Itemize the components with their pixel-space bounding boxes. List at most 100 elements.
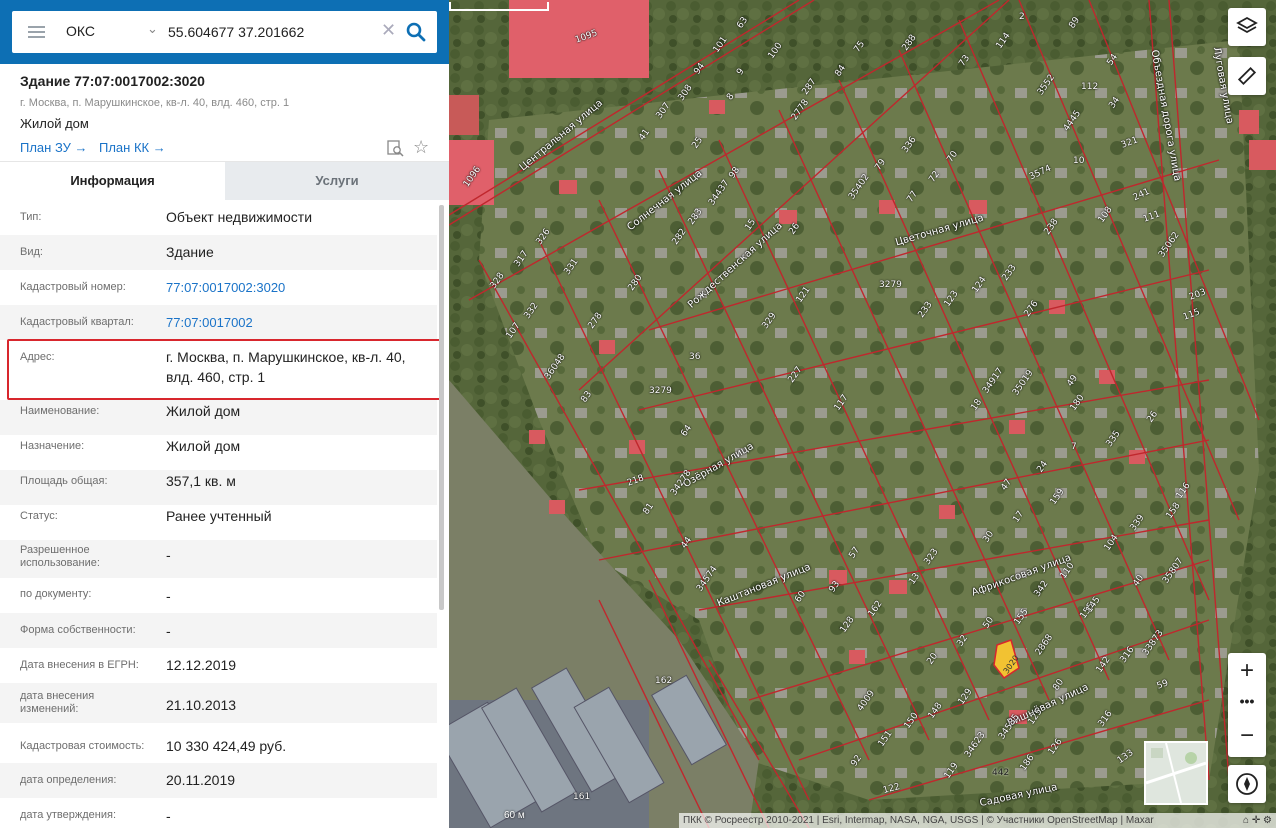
cadastral-number-link[interactable]: 77:07:0017002:3020 bbox=[166, 278, 428, 298]
row-label: дата определения: bbox=[20, 774, 117, 786]
row-label: дата внесения изменений: bbox=[20, 690, 95, 715]
row-label: Форма собственности: bbox=[20, 624, 136, 636]
close-icon[interactable]: ✕ bbox=[381, 20, 396, 41]
scale-bar bbox=[449, 2, 549, 11]
table-row: дата утверждения: - bbox=[0, 798, 437, 828]
row-label: Статус: bbox=[20, 510, 58, 522]
attribution-text: ПКК © Росреестр 2010-2021 | Esri, Interm… bbox=[683, 815, 1154, 826]
object-title: Здание 77:07:0017002:3020 bbox=[20, 73, 205, 89]
object-header: Здание 77:07:0017002:3020 г. Москва, п. … bbox=[0, 64, 449, 162]
row-label: Адрес: bbox=[20, 351, 55, 363]
search-icon[interactable] bbox=[406, 22, 426, 42]
map-attribution: ПКК © Росреестр 2010-2021 | Esri, Interm… bbox=[679, 813, 1276, 828]
row-value: 20.11.2019 bbox=[166, 772, 236, 788]
menu-icon[interactable] bbox=[28, 26, 45, 38]
attribution-icons[interactable]: ⌂ ✛ ⚙ bbox=[1243, 813, 1272, 828]
table-row: Кадастровый квартал: 77:07:0017002 bbox=[0, 305, 437, 340]
table-row: Тип: Объект недвижимости bbox=[0, 200, 437, 235]
table-row: Статус: Ранее учтенный bbox=[0, 505, 437, 540]
layers-button[interactable] bbox=[1228, 8, 1266, 46]
compass-button[interactable] bbox=[1228, 765, 1266, 803]
table-row: Форма собственности: - bbox=[0, 613, 437, 648]
more-options-button[interactable]: ••• bbox=[1228, 691, 1266, 717]
table-row: Кадастровый номер: 77:07:0017002:3020 bbox=[0, 270, 437, 305]
document-search-icon[interactable] bbox=[387, 140, 404, 157]
row-label: Тип: bbox=[20, 211, 42, 223]
search-mode-select[interactable]: ОКС bbox=[66, 23, 95, 39]
row-value: Объект недвижимости bbox=[166, 209, 313, 225]
scrollbar[interactable] bbox=[439, 205, 444, 610]
compass-icon bbox=[1236, 773, 1258, 795]
minimap[interactable] bbox=[1144, 741, 1208, 805]
row-label: по документу: bbox=[20, 588, 92, 600]
plan-zu-link[interactable]: План ЗУ → bbox=[20, 140, 88, 155]
tab-services[interactable]: Услуги bbox=[225, 162, 449, 200]
parcel-label[interactable]: 112 bbox=[1081, 82, 1098, 92]
parcel-label[interactable]: 10 bbox=[1073, 156, 1084, 166]
row-value: г. Москва, п. Марушкинское, кв-л. 40, вл… bbox=[166, 349, 406, 385]
row-value: - bbox=[166, 623, 171, 639]
tab-information[interactable]: Информация bbox=[0, 162, 225, 200]
row-value: - bbox=[166, 588, 171, 604]
info-panel: ОКС ⌄ ✕ Здание 77:07:0017002:3020 г. Мос… bbox=[0, 0, 449, 828]
object-address: г. Москва, п. Марушкинское, кв-л. 40, вл… bbox=[20, 97, 290, 109]
row-label: Разрешенное использование: bbox=[20, 544, 100, 569]
search-bar: ОКС ⌄ ✕ bbox=[0, 0, 449, 64]
scale-label: 60 м bbox=[504, 810, 525, 821]
row-label: Кадастровая стоимость: bbox=[20, 740, 145, 752]
parcel-label[interactable]: 3279 bbox=[879, 280, 902, 290]
row-value: 10 330 424,49 руб. bbox=[166, 738, 287, 754]
row-label: Кадастровый квартал: bbox=[20, 316, 134, 328]
attribute-table: Тип: Объект недвижимости Вид: Здание Кад… bbox=[0, 200, 449, 828]
table-row: Наименование: Жилой дом bbox=[0, 400, 437, 435]
row-label: Наименование: bbox=[20, 405, 100, 417]
parcel-label[interactable]: 36 bbox=[689, 352, 700, 362]
object-type: Жилой дом bbox=[20, 116, 89, 131]
row-label: Кадастровый номер: bbox=[20, 281, 126, 293]
map-view[interactable]: Центральная улица Солнечная улица Рождес… bbox=[449, 0, 1276, 828]
layers-icon bbox=[1236, 16, 1258, 34]
table-row: Кадастровая стоимость: 10 330 424,49 руб… bbox=[0, 728, 437, 763]
measure-button[interactable] bbox=[1228, 57, 1266, 95]
zoom-out-button[interactable]: − bbox=[1228, 717, 1266, 757]
chevron-down-icon[interactable]: ⌄ bbox=[147, 21, 158, 37]
search-input[interactable] bbox=[168, 19, 378, 45]
parcel-label[interactable]: 442 bbox=[992, 768, 1009, 778]
row-label: Вид: bbox=[20, 246, 43, 258]
table-row: Разрешенное использование: - bbox=[0, 540, 437, 578]
zoom-controls: + ••• − bbox=[1228, 653, 1266, 757]
row-value: Жилой дом bbox=[166, 438, 241, 454]
row-value: 21.10.2013 bbox=[166, 697, 237, 713]
plan-kk-link[interactable]: План КК → bbox=[99, 140, 166, 155]
zoom-in-button[interactable]: + bbox=[1228, 653, 1266, 691]
tab-bar: Информация Услуги bbox=[0, 162, 449, 200]
row-label: Назначение: bbox=[20, 440, 85, 452]
parcel-label[interactable]: 7 bbox=[1071, 442, 1077, 452]
table-row: дата определения: 20.11.2019 bbox=[0, 763, 437, 798]
parcel-label[interactable]: 162 bbox=[655, 676, 672, 686]
row-label: Площадь общая: bbox=[20, 475, 108, 487]
row-value: 357,1 кв. м bbox=[166, 473, 236, 489]
parcel-label[interactable]: 3279 bbox=[649, 386, 672, 396]
minimap-graphic bbox=[1146, 743, 1206, 803]
table-row: Вид: Здание bbox=[0, 235, 437, 270]
row-value: - bbox=[166, 808, 171, 824]
search-box: ОКС ⌄ ✕ bbox=[12, 11, 437, 53]
parcel-label[interactable]: 161 bbox=[573, 792, 590, 802]
table-row: Площадь общая: 357,1 кв. м bbox=[0, 470, 437, 505]
row-value: - bbox=[166, 547, 171, 563]
parcel-label[interactable]: 2 bbox=[1019, 12, 1025, 22]
cadastral-quarter-link[interactable]: 77:07:0017002 bbox=[166, 313, 428, 333]
star-icon[interactable]: ☆ bbox=[413, 137, 429, 158]
row-label: Дата внесения в ЕГРН: bbox=[20, 659, 139, 671]
table-row: по документу: - bbox=[0, 578, 437, 613]
row-value: Ранее учтенный bbox=[166, 508, 272, 524]
row-label: дата утверждения: bbox=[20, 809, 117, 821]
table-row: Назначение: Жилой дом bbox=[0, 435, 437, 470]
row-value: Жилой дом bbox=[166, 403, 241, 419]
table-row: Дата внесения в ЕГРН: 12.12.2019 bbox=[0, 648, 437, 683]
ruler-icon bbox=[1237, 66, 1257, 86]
row-value: Здание bbox=[166, 244, 214, 260]
table-row: дата внесения изменений: 21.10.2013 bbox=[0, 683, 437, 723]
row-value: 12.12.2019 bbox=[166, 657, 237, 673]
